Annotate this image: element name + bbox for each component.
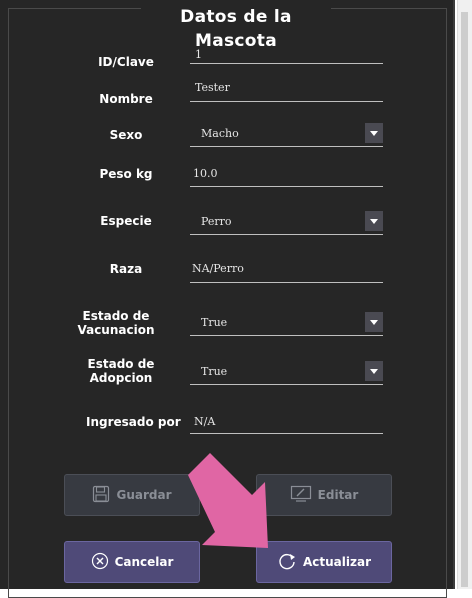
ingresado-label: Ingresado por <box>86 415 181 429</box>
adopcion-label-line2: Adopcion <box>89 371 153 385</box>
peso-value: 10.0 <box>193 167 218 180</box>
sexo-combobox[interactable]: Macho <box>190 121 383 147</box>
chevron-down-icon[interactable] <box>365 361 383 381</box>
raza-value: NA/Perro <box>192 262 244 275</box>
nombre-field[interactable] <box>190 101 383 102</box>
vacunacion-label: Estado de Vacunacion <box>66 309 166 337</box>
sexo-value: Macho <box>201 127 239 140</box>
form-title: Datos de la Mascota <box>141 5 331 51</box>
id-label: ID/Clave <box>98 55 154 69</box>
editar-button[interactable]: Editar <box>256 474 392 516</box>
guardar-label: Guardar <box>116 488 172 502</box>
nombre-label: Nombre <box>99 92 153 106</box>
peso-field[interactable] <box>190 186 383 187</box>
sexo-label: Sexo <box>109 128 143 142</box>
vacunacion-combobox[interactable]: True <box>190 310 383 336</box>
actualizar-label: Actualizar <box>302 555 371 569</box>
chevron-down-icon[interactable] <box>365 312 383 332</box>
especie-value: Perro <box>201 215 232 228</box>
id-field[interactable] <box>190 63 383 64</box>
especie-combobox[interactable]: Perro <box>190 209 383 235</box>
vacunacion-label-line1: Estado de <box>82 309 150 323</box>
adopcion-combobox[interactable]: True <box>190 359 383 385</box>
especie-label: Especie <box>100 214 152 228</box>
save-icon <box>92 485 110 506</box>
edit-icon <box>290 485 312 506</box>
raza-field[interactable] <box>190 282 383 283</box>
cancelar-label: Cancelar <box>114 555 174 569</box>
refresh-icon <box>277 551 297 574</box>
ingresado-value: N/A <box>194 415 216 428</box>
scrollbar-thumb[interactable] <box>461 12 468 587</box>
cancel-circle-icon <box>91 552 109 573</box>
peso-label: Peso kg <box>99 167 153 181</box>
chevron-down-icon[interactable] <box>365 211 383 231</box>
editar-label: Editar <box>317 488 359 502</box>
adopcion-value: True <box>201 365 228 378</box>
actualizar-button[interactable]: Actualizar <box>256 541 392 583</box>
adopcion-label: Estado de Adopcion <box>76 357 166 385</box>
raza-label: Raza <box>109 262 143 276</box>
vacunacion-label-line2: Vacunacion <box>77 323 155 337</box>
ingresado-field[interactable] <box>190 433 383 434</box>
id-value: 1 <box>195 48 202 61</box>
chevron-down-icon[interactable] <box>365 123 383 143</box>
pet-data-panel: Datos de la Mascota ID/Clave 1 Nombre Te… <box>0 0 455 598</box>
guardar-button[interactable]: Guardar <box>64 474 200 516</box>
adopcion-label-line1: Estado de <box>87 357 155 371</box>
vacunacion-value: True <box>201 316 228 329</box>
cancelar-button[interactable]: Cancelar <box>64 541 200 583</box>
nombre-value: Tester <box>195 81 230 94</box>
